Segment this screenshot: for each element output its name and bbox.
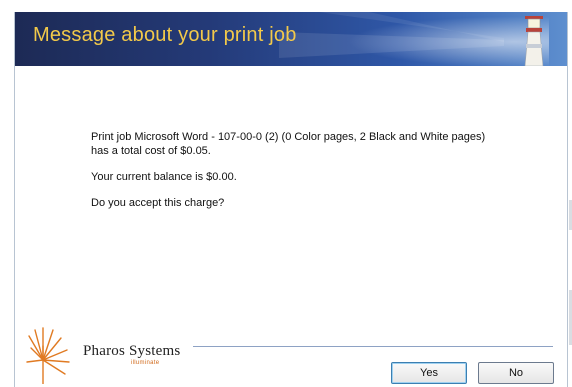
logo-name: Pharos Systems <box>83 343 181 359</box>
accept-question: Do you accept this charge? <box>91 197 225 209</box>
balance-text: Your current balance is $0.00. <box>91 171 237 183</box>
message-line-1: Print job Microsoft Word - 107-00-0 (2) … <box>91 131 486 143</box>
print-job-dialog: Message about your print job Print job M… <box>14 12 568 387</box>
banner-glow <box>319 12 549 66</box>
dialog-title: Message about your print job <box>33 24 297 46</box>
pharos-burst-icon <box>26 327 70 384</box>
pharos-logo: Pharos Systems illuminate <box>25 326 195 386</box>
message-line-2: has a total cost of $0.05. <box>91 145 211 157</box>
dialog-banner: Message about your print job <box>15 12 567 66</box>
logo-subtitle: illuminate <box>131 360 160 366</box>
yes-button[interactable]: Yes <box>391 362 467 384</box>
lighthouse-icon <box>524 16 544 66</box>
no-button[interactable]: No <box>478 362 554 384</box>
footer-divider <box>193 346 553 347</box>
message-body: Print job Microsoft Word - 107-00-0 (2) … <box>91 130 541 222</box>
